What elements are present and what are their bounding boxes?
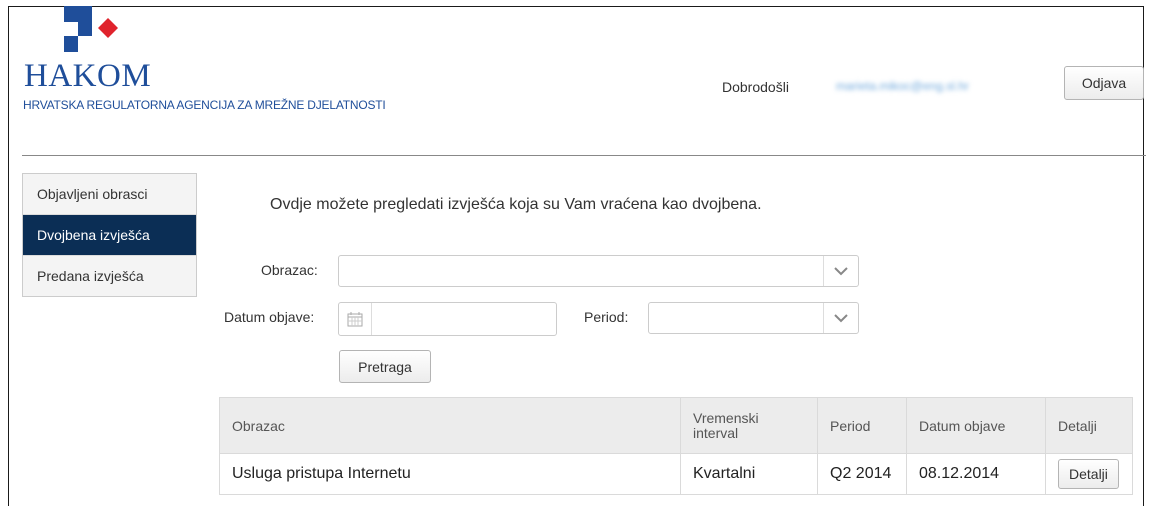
table-header-row: Obrazac Vremenski interval Period Datum … bbox=[219, 397, 1133, 454]
chevron-down-icon bbox=[823, 256, 858, 286]
logout-button[interactable]: Odjava bbox=[1064, 66, 1144, 100]
welcome-label: Dobrodošli bbox=[722, 79, 789, 95]
header-divider bbox=[22, 155, 1146, 156]
cell-period: Q2 2014 bbox=[817, 453, 907, 495]
column-header-detalji: Detalji bbox=[1045, 397, 1133, 454]
calendar-icon[interactable] bbox=[339, 303, 372, 335]
cell-datum: 08.12.2014 bbox=[906, 453, 1046, 495]
chevron-down-icon bbox=[823, 303, 858, 333]
table-row: Usluga pristupa Internetu Kvartalni Q2 2… bbox=[219, 453, 1133, 495]
logo-subtitle: HRVATSKA REGULATORNA AGENCIJA ZA MREŽNE … bbox=[23, 98, 386, 112]
column-header-obrazac: Obrazac bbox=[219, 397, 681, 454]
sidebar-item-predana-izvjesca[interactable]: Predana izvješća bbox=[23, 256, 196, 296]
obrazac-label: Obrazac: bbox=[261, 262, 318, 278]
period-label: Period: bbox=[584, 309, 629, 325]
cell-detalji: Detalji bbox=[1045, 453, 1133, 495]
datum-objave-input[interactable] bbox=[338, 302, 557, 336]
sidebar-item-dvojbena-izvjesca[interactable]: Dvojbena izvješća bbox=[23, 215, 196, 256]
sidebar-nav: Objavljeni obrasci Dvojbena izvješća Pre… bbox=[22, 173, 197, 297]
column-header-vremenski-interval: Vremenski interval bbox=[680, 397, 818, 454]
period-select[interactable] bbox=[648, 302, 859, 334]
datum-objave-label: Datum objave: bbox=[224, 309, 315, 325]
page-intro: Ovdje možete pregledati izvješća koja su… bbox=[270, 196, 762, 213]
sidebar-item-objavljeni-obrasci[interactable]: Objavljeni obrasci bbox=[23, 174, 196, 215]
user-email: marieta.mikoc@eng.sl.hr bbox=[836, 79, 969, 93]
column-header-period: Period bbox=[817, 397, 907, 454]
column-header-datum-objave: Datum objave bbox=[906, 397, 1046, 454]
cell-obrazac: Usluga pristupa Internetu bbox=[219, 453, 681, 495]
cell-interval: Kvartalni bbox=[680, 453, 818, 495]
hakom-logo-icon bbox=[64, 6, 118, 52]
obrazac-select[interactable] bbox=[338, 255, 859, 287]
reports-table: Obrazac Vremenski interval Period Datum … bbox=[219, 397, 1133, 495]
details-button[interactable]: Detalji bbox=[1058, 459, 1119, 489]
logo-name: HAKOM bbox=[24, 58, 152, 94]
search-button[interactable]: Pretraga bbox=[339, 350, 431, 383]
